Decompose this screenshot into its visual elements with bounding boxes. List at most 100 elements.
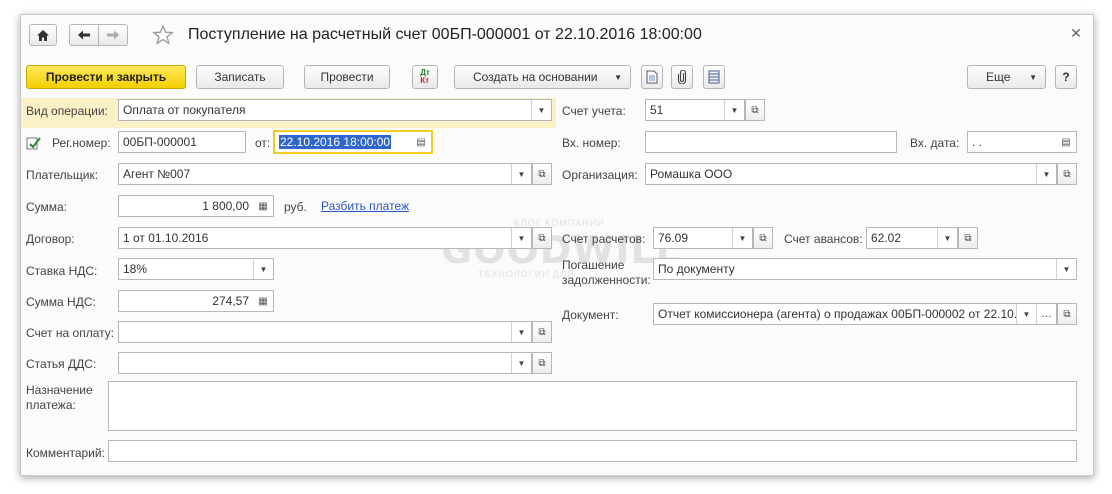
structure-button[interactable]	[703, 65, 725, 89]
amount-label: Сумма:	[26, 200, 68, 214]
in-date-field[interactable]: . . ▤	[967, 131, 1077, 153]
account-label: Счет учета:	[562, 104, 626, 118]
contract-value: 1 от 01.10.2016	[123, 231, 209, 245]
chevron-down-icon[interactable]: ▼	[732, 228, 752, 248]
watermark-bottom-text: ТЕХНОЛОГИИ ДЛЯ	[478, 269, 575, 279]
home-button[interactable]	[29, 24, 57, 46]
forward-button[interactable]	[98, 24, 128, 46]
dt-kt-report-button[interactable]: Дт Кт	[412, 65, 438, 89]
document-value: Отчет комиссионера (агента) о продажах 0…	[658, 307, 1016, 321]
open-icon: ⧉	[1063, 168, 1071, 180]
account-select[interactable]: 51 ▼	[645, 99, 745, 121]
open-icon: ⧉	[538, 326, 546, 338]
operation-type-label: Вид операции:	[26, 104, 108, 118]
save-button[interactable]: Записать	[196, 65, 284, 89]
invoice-select[interactable]: ▼	[118, 321, 532, 343]
doc-date-value: 22.10.2016 18:00:00	[279, 135, 392, 149]
settlement-account-select[interactable]: 76.09 ▼	[653, 227, 753, 249]
open-icon: ⧉	[538, 168, 546, 180]
chevron-down-icon[interactable]: ▼	[1056, 259, 1076, 279]
document-open-button[interactable]: ⧉	[1057, 303, 1077, 325]
organization-value: Ромашка ООО	[650, 167, 733, 181]
advance-account-value: 62.02	[871, 231, 902, 245]
close-button[interactable]: ✕	[1067, 24, 1085, 42]
chevron-down-icon[interactable]: ▼	[511, 228, 531, 248]
payer-open-button[interactable]: ⧉	[532, 163, 552, 185]
contract-label: Договор:	[26, 232, 75, 246]
organization-select[interactable]: Ромашка ООО ▼	[645, 163, 1057, 185]
chevron-down-icon[interactable]: ▼	[531, 100, 551, 120]
in-number-field[interactable]	[645, 131, 897, 153]
reg-number-field[interactable]: 00БП-000001	[118, 131, 246, 153]
vat-rate-select[interactable]: 18% ▼	[118, 258, 274, 280]
calculator-icon[interactable]: ▦	[253, 291, 273, 311]
repayment-value: По документу	[658, 262, 735, 276]
chevron-down-icon[interactable]: ▼	[511, 322, 531, 342]
post-button[interactable]: Провести	[304, 65, 390, 89]
vat-amount-value: 274,57	[212, 294, 249, 308]
contract-open-button[interactable]: ⧉	[532, 227, 552, 249]
settlement-account-value: 76.09	[658, 231, 689, 245]
account-value: 51	[650, 103, 664, 117]
vat-amount-field[interactable]: 274,57 ▦	[118, 290, 274, 312]
vat-amount-label: Сумма НДС:	[26, 295, 96, 309]
help-button[interactable]: ?	[1055, 65, 1077, 89]
more-label: Еще	[986, 70, 1011, 84]
payer-select[interactable]: Агент №007 ▼	[118, 163, 532, 185]
chevron-down-icon[interactable]: ▼	[724, 100, 744, 120]
attach-files-button[interactable]	[671, 65, 693, 89]
table-icon	[708, 70, 720, 84]
advance-account-open-button[interactable]: ⧉	[958, 227, 978, 249]
chevron-down-icon[interactable]: ▼	[1016, 304, 1036, 324]
payer-value: Агент №007	[123, 167, 191, 181]
chevron-down-icon[interactable]: ▼	[937, 228, 957, 248]
cash-flow-select[interactable]: ▼	[118, 352, 532, 374]
document-select[interactable]: Отчет комиссионера (агента) о продажах 0…	[653, 303, 1057, 325]
repayment-label-line1: Погашение	[562, 258, 625, 272]
contract-select[interactable]: 1 от 01.10.2016 ▼	[118, 227, 532, 249]
organization-open-button[interactable]: ⧉	[1057, 163, 1077, 185]
chevron-down-icon[interactable]: ▼	[511, 353, 531, 373]
chevron-down-icon[interactable]: ▼	[253, 259, 273, 279]
invoice-open-button[interactable]: ⧉	[532, 321, 552, 343]
star-icon	[152, 24, 174, 45]
amount-field[interactable]: 1 800,00 ▦	[118, 195, 274, 217]
purpose-label-line1: Назначение	[26, 383, 93, 397]
split-payment-link[interactable]: Разбить платеж	[321, 199, 409, 213]
forward-arrow-icon	[107, 30, 119, 40]
calendar-icon[interactable]: ▤	[1056, 132, 1076, 152]
settlement-account-open-button[interactable]: ⧉	[753, 227, 773, 249]
operation-type-select[interactable]: Оплата от покупателя ▼	[118, 99, 552, 121]
vat-rate-value: 18%	[123, 262, 148, 276]
in-date-value: . .	[972, 135, 983, 149]
open-icon: ⧉	[538, 232, 546, 244]
chevron-down-icon[interactable]: ▼	[1036, 164, 1056, 184]
payer-label: Плательщик:	[26, 168, 99, 182]
more-menu-button[interactable]: Еще ▼	[967, 65, 1046, 89]
payment-purpose-textarea[interactable]	[108, 381, 1077, 431]
reg-number-value: 00БП-000001	[123, 135, 197, 149]
doc-date-field[interactable]: 22.10.2016 18:00:00 ▤	[273, 130, 433, 154]
chevron-down-icon[interactable]: ▼	[511, 164, 531, 184]
repayment-select[interactable]: По документу ▼	[653, 258, 1077, 280]
select-more-icon[interactable]: …	[1036, 304, 1056, 324]
account-open-button[interactable]: ⧉	[745, 99, 765, 121]
cash-flow-label: Статья ДДС:	[26, 357, 97, 371]
advance-account-label: Счет авансов:	[784, 232, 863, 246]
comment-field[interactable]	[108, 440, 1077, 462]
calendar-icon[interactable]: ▤	[411, 132, 431, 152]
window-title: Поступление на расчетный счет 00БП-00000…	[188, 26, 702, 43]
create-based-on-button[interactable]: Создать на основании ▼	[454, 65, 631, 89]
cash-flow-open-button[interactable]: ⧉	[532, 352, 552, 374]
print-document-button[interactable]	[641, 65, 663, 89]
favorite-star-button[interactable]	[152, 24, 174, 46]
settlement-account-label: Счет расчетов:	[562, 232, 646, 246]
advance-account-select[interactable]: 62.02 ▼	[866, 227, 958, 249]
dt-kt-icon: Дт Кт	[420, 68, 430, 85]
currency-label: руб.	[284, 200, 307, 214]
operation-type-value: Оплата от покупателя	[123, 103, 246, 117]
calculator-icon[interactable]: ▦	[253, 196, 273, 216]
open-icon: ⧉	[1063, 308, 1071, 320]
post-and-close-button[interactable]: Провести и закрыть	[26, 65, 186, 89]
back-button[interactable]	[69, 24, 99, 46]
